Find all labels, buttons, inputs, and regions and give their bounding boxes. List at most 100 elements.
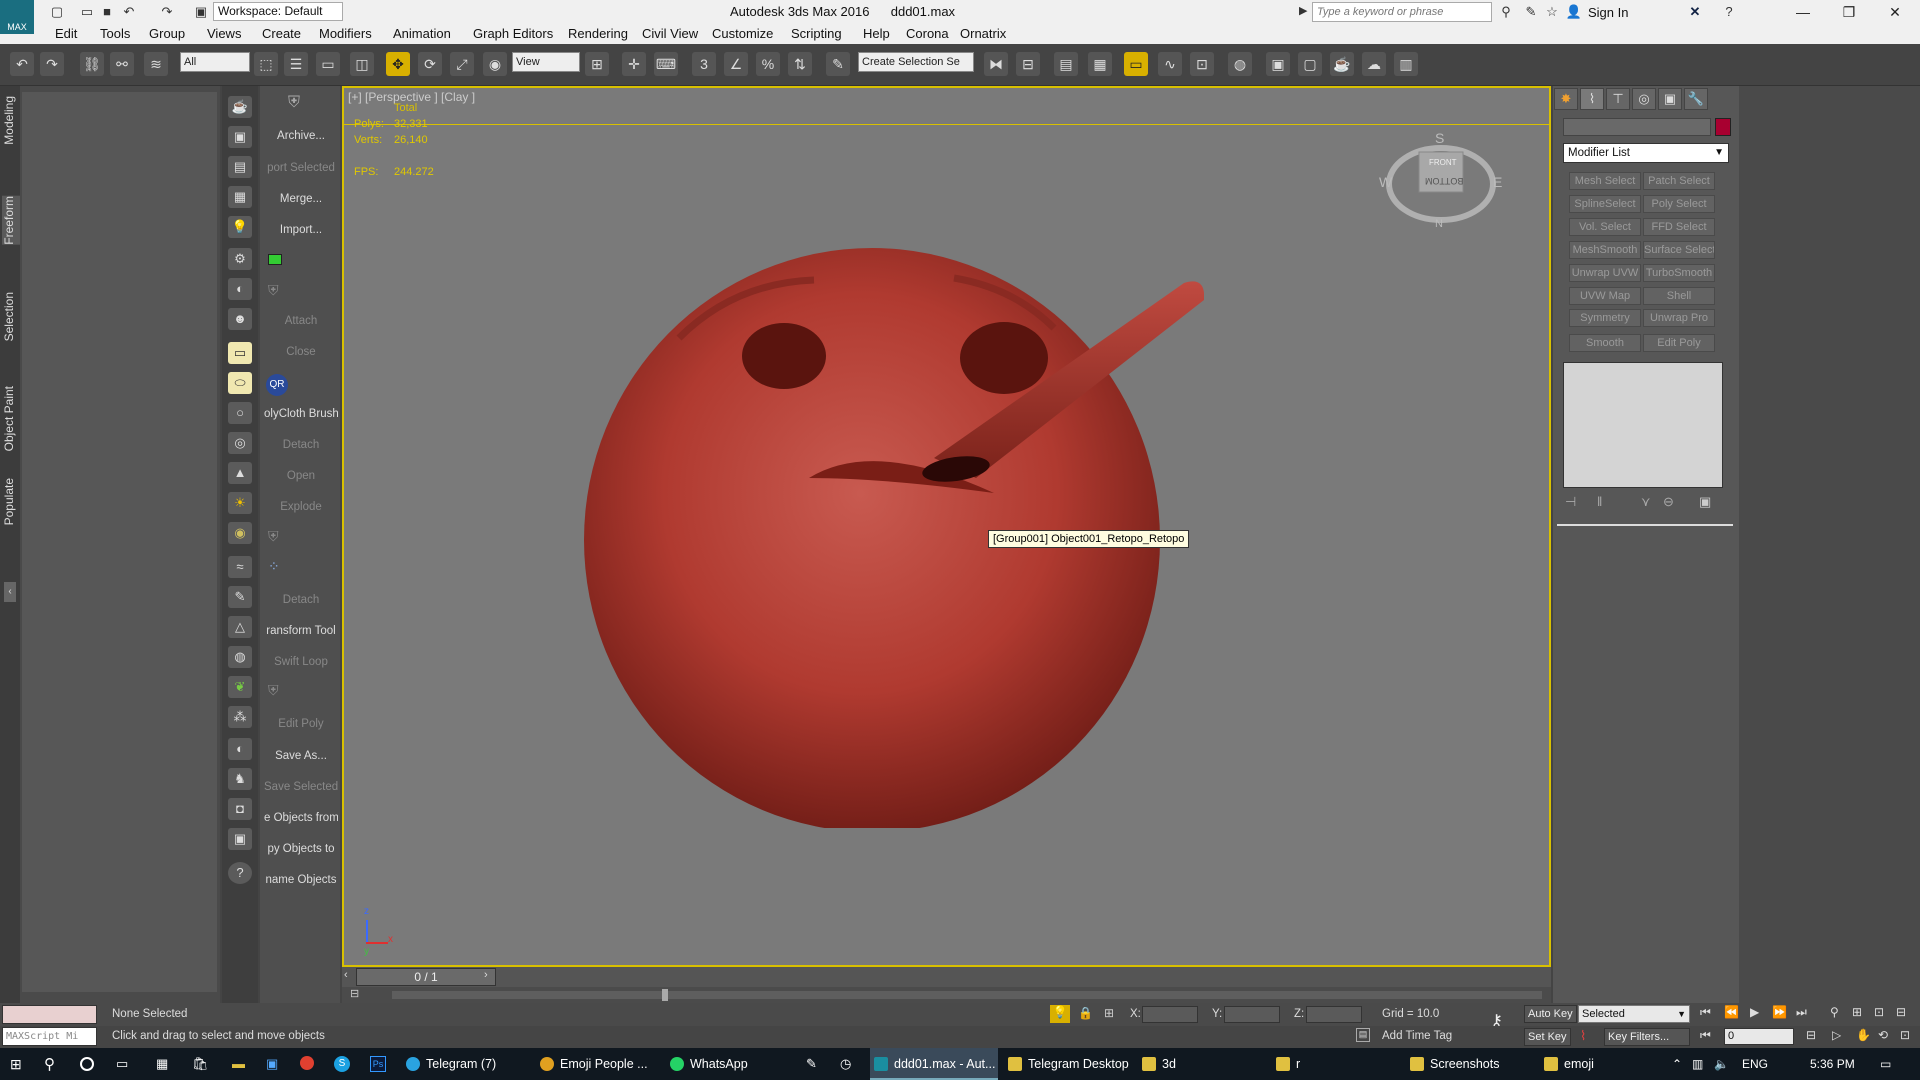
- task-view-icon[interactable]: ▭: [116, 1056, 128, 1072]
- script-explode[interactable]: Explode: [264, 501, 338, 513]
- cortana-icon[interactable]: [80, 1057, 94, 1071]
- task-telegram[interactable]: Telegram (7): [402, 1048, 530, 1080]
- search-arrow-icon[interactable]: ▶: [1299, 4, 1307, 17]
- task-telegram-desktop[interactable]: Telegram Desktop: [1004, 1048, 1134, 1080]
- rectangular-selection-icon[interactable]: ▭: [316, 52, 340, 76]
- modifier-surface-select[interactable]: Surface Select: [1643, 241, 1715, 259]
- open-file-icon[interactable]: ▭: [78, 3, 96, 21]
- script-export-selected[interactable]: port Selected: [264, 162, 338, 174]
- help-icon[interactable]: ?: [1720, 3, 1738, 21]
- previous-frame-icon[interactable]: ⏪: [1724, 1005, 1739, 1019]
- manipulate-icon[interactable]: ✛: [622, 52, 646, 76]
- cone-icon[interactable]: ▲: [228, 462, 252, 484]
- create-tab-icon[interactable]: ✸: [1554, 88, 1578, 110]
- perspective-viewport[interactable]: [+] [Perspective ] [Clay ] Total Polys: 3…: [342, 86, 1551, 967]
- tray-chevron-icon[interactable]: ⌃: [1672, 1048, 1682, 1080]
- ribbon-toggle-icon[interactable]: ▭: [1124, 52, 1148, 76]
- show-end-result-icon[interactable]: ‖: [1597, 494, 1602, 509]
- script-merge[interactable]: Merge...: [264, 193, 338, 205]
- modifier-unwrap-pro[interactable]: Unwrap Pro: [1643, 309, 1715, 327]
- search-icon[interactable]: ⚲: [44, 1055, 55, 1073]
- menu-create[interactable]: Create: [262, 26, 301, 41]
- script-transform-tool[interactable]: ransform Tool: [264, 625, 338, 637]
- menu-tools[interactable]: Tools: [100, 26, 130, 41]
- document-icon[interactable]: ▤: [228, 156, 252, 178]
- link-icon[interactable]: ⛓: [80, 52, 104, 76]
- lock-icon[interactable]: 🔒: [1078, 1006, 1093, 1020]
- modifier-uvw-map[interactable]: UVW Map: [1569, 287, 1641, 305]
- render-frame-window-icon[interactable]: ▥: [1394, 52, 1418, 76]
- tab-selection[interactable]: Selection: [2, 292, 20, 341]
- robot-icon[interactable]: ⚙: [228, 248, 252, 270]
- maximize-viewport-icon[interactable]: ⊡: [1900, 1028, 1910, 1042]
- hair-icon[interactable]: ⁂: [228, 706, 252, 728]
- workspace-dropdown[interactable]: Workspace: Default: [213, 2, 343, 21]
- task-whatsapp[interactable]: WhatsApp: [666, 1048, 796, 1080]
- photoshop-icon[interactable]: Ps: [370, 1056, 386, 1072]
- menu-rendering[interactable]: Rendering: [568, 26, 628, 41]
- network-icon[interactable]: ▥: [1692, 1048, 1703, 1080]
- menu-group[interactable]: Group: [149, 26, 185, 41]
- y-coordinate-input[interactable]: [1224, 1006, 1280, 1023]
- snap-toggle-icon[interactable]: 3: [692, 52, 716, 76]
- utilities-tab-icon[interactable]: 🔧: [1684, 88, 1708, 110]
- script-paste-objects-from[interactable]: e Objects from: [264, 812, 338, 824]
- time-tag-icon[interactable]: ▤: [1356, 1028, 1370, 1042]
- menu-modifiers[interactable]: Modifiers: [319, 26, 372, 41]
- percent-snap-icon[interactable]: %: [756, 52, 780, 76]
- tab-modeling[interactable]: Modeling: [2, 96, 20, 145]
- undo-icon[interactable]: ↶: [120, 3, 138, 21]
- camera-icon[interactable]: ◐: [228, 278, 252, 300]
- time-slider[interactable]: 0 / 1: [356, 968, 496, 986]
- mirror-icon[interactable]: ⧓: [984, 52, 1008, 76]
- unlink-icon[interactable]: ⚯: [110, 52, 134, 76]
- tab-freeform[interactable]: Freeform: [2, 196, 20, 245]
- key-mode-toggle-icon[interactable]: ⏮: [1700, 1028, 1711, 1043]
- brush-icon[interactable]: ✎: [228, 586, 252, 608]
- chess-icon[interactable]: ♞: [228, 768, 252, 790]
- modifier-spline-select[interactable]: SplineSelect: [1569, 195, 1641, 213]
- dots-icon[interactable]: ⁘: [268, 558, 280, 575]
- help-icon[interactable]: ?: [228, 862, 252, 884]
- zoom-all-icon[interactable]: ⊞: [1852, 1005, 1862, 1019]
- modifier-symmetry[interactable]: Symmetry: [1569, 309, 1641, 327]
- angle-snap-icon[interactable]: ∠: [724, 52, 748, 76]
- script-copy-objects-to[interactable]: py Objects to: [264, 843, 338, 855]
- menu-scripting[interactable]: Scripting: [791, 26, 842, 41]
- go-to-start-icon[interactable]: ⏮: [1700, 1005, 1711, 1020]
- torus-icon[interactable]: ◎: [228, 432, 252, 454]
- material-editor-icon[interactable]: ◍: [1228, 52, 1252, 76]
- render-icon[interactable]: ▣: [228, 126, 252, 148]
- modifier-edit-poly[interactable]: Edit Poly: [1643, 334, 1715, 352]
- time-next-icon[interactable]: ›: [484, 969, 488, 981]
- menu-graph-editors[interactable]: Graph Editors: [473, 26, 553, 41]
- clock[interactable]: 5:36 PM: [1810, 1048, 1855, 1080]
- redo-icon[interactable]: ↷: [158, 3, 176, 21]
- modifier-meshsmooth[interactable]: MeshSmooth: [1569, 241, 1641, 259]
- plant-icon[interactable]: ❦: [228, 676, 252, 698]
- current-frame-input[interactable]: 0: [1724, 1028, 1794, 1045]
- windows-start-icon[interactable]: ⊞: [10, 1056, 26, 1072]
- star-icon[interactable]: ☆: [1543, 3, 1561, 21]
- emoji-model[interactable]: [584, 188, 1204, 828]
- sphere-icon[interactable]: ○: [228, 402, 252, 424]
- input-language[interactable]: ENG: [1742, 1048, 1768, 1080]
- chrome-icon[interactable]: [300, 1056, 314, 1070]
- paint-icon[interactable]: ✎: [806, 1056, 817, 1072]
- task-emoji[interactable]: emoji: [1540, 1048, 1670, 1080]
- binoculars-icon[interactable]: ⚲: [1497, 3, 1515, 21]
- task-3ds-max[interactable]: ddd01.max - Aut...: [870, 1048, 998, 1080]
- script-detach-2[interactable]: Detach: [264, 594, 338, 606]
- remove-modifier-icon[interactable]: ⊖: [1663, 494, 1674, 510]
- play-icon[interactable]: ▶: [1750, 1005, 1759, 1019]
- bind-space-warp-icon[interactable]: ≋: [144, 52, 168, 76]
- sun-icon[interactable]: ☀: [228, 492, 252, 514]
- go-to-end-icon[interactable]: ⏭: [1796, 1005, 1807, 1020]
- dome-icon[interactable]: ◉: [228, 522, 252, 544]
- spinner-snap-icon[interactable]: ⇅: [788, 52, 812, 76]
- task-emoji-people[interactable]: Emoji People ...: [536, 1048, 664, 1080]
- named-selection-dropdown[interactable]: Create Selection Se: [858, 52, 974, 72]
- track-bar-menu-icon[interactable]: ⊟: [350, 987, 359, 1000]
- modifier-unwrap-uvw[interactable]: Unwrap UVW: [1569, 264, 1641, 282]
- select-by-name-icon[interactable]: ☰: [284, 52, 308, 76]
